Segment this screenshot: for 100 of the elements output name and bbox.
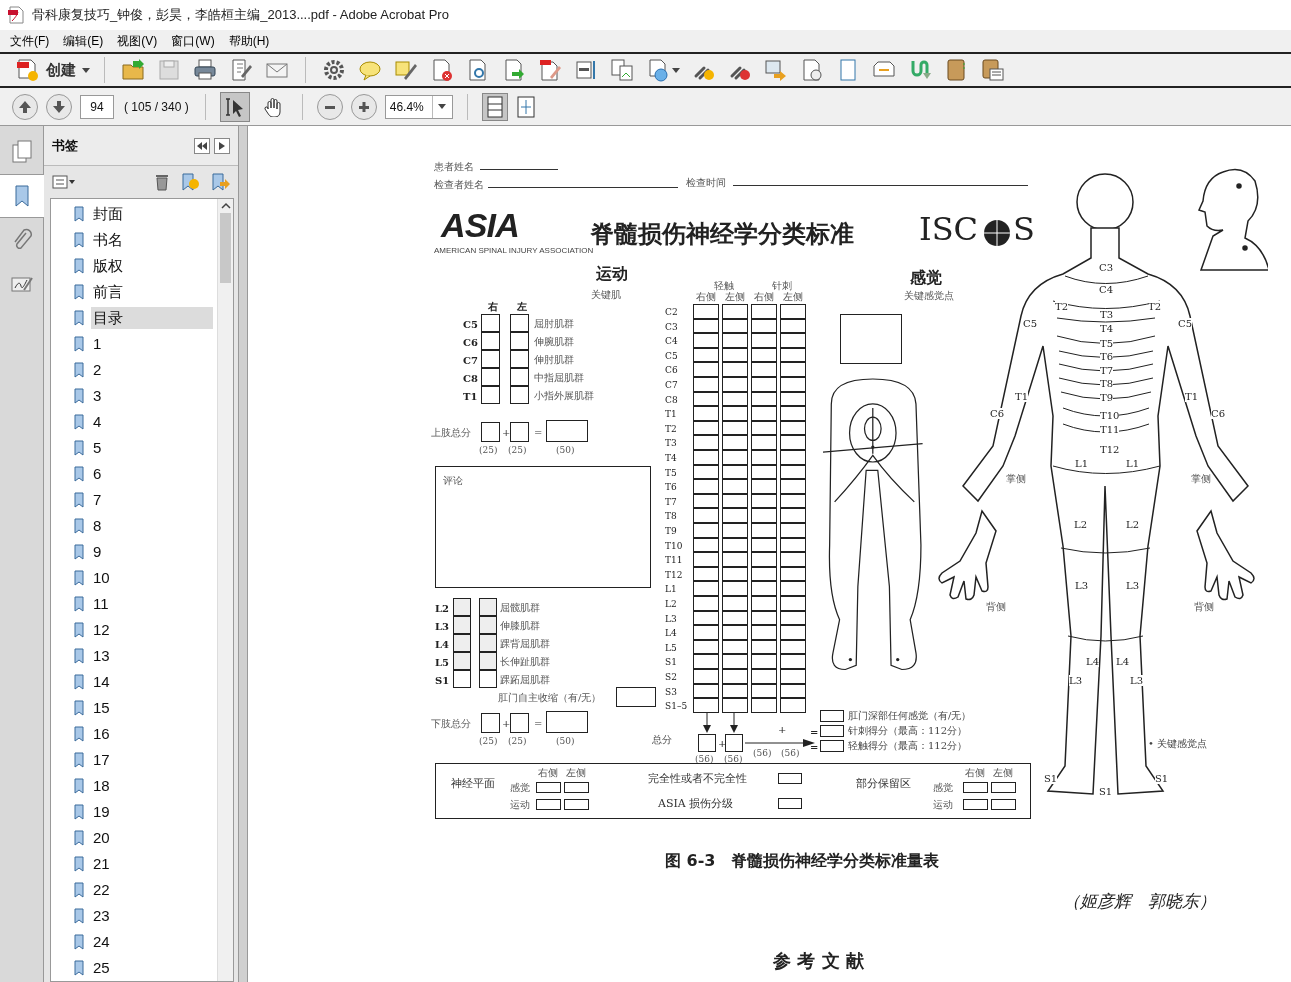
settings-icon[interactable] (322, 58, 346, 82)
bookmark-item[interactable]: 5 (91, 437, 213, 459)
score-box (820, 725, 844, 737)
page-number-icon[interactable] (800, 58, 824, 82)
print-icon[interactable] (193, 58, 217, 82)
level-label: C7 (463, 354, 478, 368)
bookmark-item[interactable]: 版权 (91, 255, 213, 277)
page-number-field[interactable]: 94 (80, 94, 114, 119)
bookmark-item[interactable]: 7 (91, 489, 213, 511)
score-box (536, 782, 561, 793)
equals-sign: = (534, 717, 543, 731)
bookmark-item[interactable]: 15 (91, 697, 213, 719)
grid-cell (722, 333, 748, 348)
expand-icon[interactable] (219, 141, 225, 150)
bookmark-item[interactable]: 1 (91, 333, 213, 355)
grid-cell (693, 669, 719, 684)
edit-document-icon[interactable] (229, 58, 253, 82)
bookmark-item[interactable]: 9 (91, 541, 213, 563)
bookmark-arrow-icon[interactable] (210, 172, 230, 192)
side-panel-tab[interactable] (0, 174, 44, 218)
level-label: L5 (665, 641, 677, 655)
level-label: L2 (665, 598, 677, 611)
menu-item[interactable]: 视图(V) (117, 32, 158, 50)
bookmark-item[interactable]: 25 (91, 957, 213, 979)
bookmark-item[interactable]: 13 (91, 645, 213, 667)
bookmark-item[interactable]: 11 (91, 593, 213, 615)
image-arrow-icon[interactable] (764, 58, 788, 82)
bookmark-item[interactable]: 8 (91, 515, 213, 537)
speech-bubble-icon[interactable] (358, 58, 382, 82)
bookmark-item[interactable]: 23 (91, 905, 213, 927)
grid-cell (722, 639, 748, 655)
bookmark-item[interactable]: 封面 (91, 203, 213, 225)
bookmark-item[interactable]: 24 (91, 931, 213, 953)
score-box (481, 713, 500, 733)
muscle-label: 伸腕肌群 (534, 335, 574, 349)
form-label: (56) (753, 747, 772, 760)
logo-subtitle: AMERICAN SPINAL INJURY ASSOCIATION (434, 246, 594, 257)
grid-cell (751, 391, 777, 407)
total-label: 总分 (652, 733, 672, 747)
form-label: (56) (695, 753, 714, 766)
bookmark-item[interactable]: 目录 (91, 307, 213, 329)
bookmark-item[interactable]: 2 (91, 359, 213, 381)
grid-cell (693, 479, 719, 494)
select-tool-button[interactable] (219, 91, 250, 122)
bookmark-item[interactable]: 18 (91, 775, 213, 797)
bookmark-item[interactable]: 书名 (91, 229, 213, 251)
menu-item[interactable]: 窗口(W) (171, 32, 215, 50)
options-menu-icon[interactable] (52, 175, 76, 189)
grid-cell (780, 391, 806, 407)
menu-item[interactable]: 帮助(H) (228, 32, 270, 50)
bookmark-item[interactable]: 17 (91, 749, 213, 771)
bookmark-item[interactable]: 10 (91, 567, 213, 589)
bookmark-item[interactable]: 16 (91, 723, 213, 745)
document-remove-icon[interactable] (430, 58, 454, 82)
muscle-label: 踝背屈肌群 (500, 637, 550, 651)
notebook-icon[interactable] (944, 58, 968, 82)
document-pen-icon[interactable] (538, 58, 562, 82)
grid-cell (780, 464, 806, 480)
grid-cell (780, 683, 806, 699)
form-slider-icon[interactable] (574, 58, 598, 82)
bookmark-item[interactable]: 22 (91, 879, 213, 901)
grid-cell (722, 669, 748, 684)
bookmark-item[interactable]: 14 (91, 671, 213, 693)
trash-icon[interactable] (154, 173, 170, 191)
grid-cell (722, 552, 748, 567)
score-box (820, 710, 844, 722)
folder-icon[interactable] (121, 58, 145, 82)
bookmark-item[interactable]: 4 (91, 411, 213, 433)
documents-icon[interactable] (610, 58, 634, 82)
create-button[interactable]: 创建 (12, 55, 94, 85)
bookmark-icon (73, 258, 85, 274)
document-arrow-icon[interactable] (502, 58, 526, 82)
dermatome-label: T3 (1100, 309, 1114, 320)
fit-page-icon[interactable] (485, 95, 504, 118)
bookmark-item[interactable]: 20 (91, 827, 213, 849)
menu-item[interactable]: 文件(F) (10, 32, 50, 50)
notebook-list-icon[interactable] (980, 58, 1004, 82)
document-globe-icon[interactable] (646, 58, 670, 82)
bookmark-item[interactable]: 3 (91, 385, 213, 407)
dermatome-label: S1 (1155, 773, 1169, 784)
collapse-icon[interactable] (197, 141, 207, 150)
equals-sign: = (810, 725, 819, 739)
grid-cell (693, 508, 719, 523)
grid-cell (722, 596, 748, 611)
scrollbar-thumb[interactable] (220, 213, 231, 283)
down-arrow-icon[interactable] (51, 98, 67, 115)
hand-icon (262, 96, 283, 117)
bookmark-item[interactable]: 6 (91, 463, 213, 485)
full-screen-icon[interactable] (515, 95, 536, 118)
zoom-field[interactable]: 46.4% (384, 94, 453, 119)
bookmark-item[interactable]: 21 (91, 853, 213, 875)
form-title: 脊髓损伤神经学分类标准 (590, 219, 854, 248)
grid-cell (751, 493, 777, 509)
bookmark-item[interactable]: 前言 (91, 281, 213, 303)
menu-item[interactable]: 编辑(E) (63, 32, 104, 50)
pen-note-icon[interactable] (394, 58, 418, 82)
form-label: (56) (724, 753, 743, 766)
new-bookmark-icon[interactable] (180, 172, 200, 192)
bookmark-item[interactable]: 19 (91, 801, 213, 823)
bookmark-item[interactable]: 12 (91, 619, 213, 641)
